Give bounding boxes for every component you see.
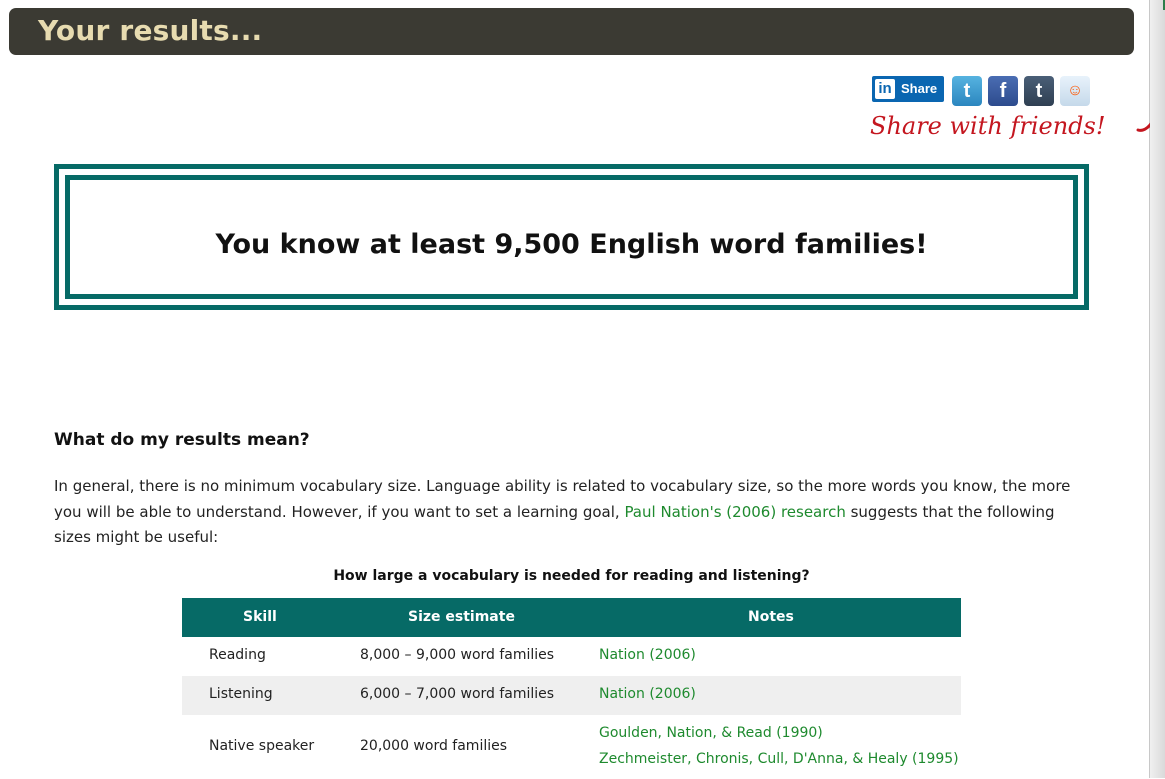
result-box: You know at least 9,500 English word fam… [54,164,1089,310]
results-header: Your results... [9,8,1134,55]
result-box-inner: You know at least 9,500 English word fam… [65,175,1078,299]
scrollbar[interactable] [1149,0,1165,778]
share-with-friends-note: Share with friends! [870,106,1150,150]
share-note-text: Share with friends! [870,112,1106,140]
vocabulary-table: Skill Size estimate Notes Reading 8,000 … [182,598,961,779]
table-row: Native speaker 20,000 word families Goul… [182,715,961,779]
reference-link[interactable]: Nation (2006) [599,647,696,663]
cell-size: 8,000 – 9,000 word families [360,647,555,663]
table-header-row: Skill Size estimate Notes [182,598,961,637]
header-skill: Skill [243,609,277,625]
cell-skill: Native speaker [209,738,315,754]
result-message: You know at least 9,500 English word fam… [215,229,928,260]
reference-link[interactable]: Zechmeister, Chronis, Cull, D'Anna, & He… [599,751,959,767]
paul-nation-research-link[interactable]: Paul Nation's (2006) research [624,503,845,521]
table-caption: How large a vocabulary is needed for rea… [333,568,810,584]
linkedin-share-label: Share [901,81,938,96]
tumblr-icon[interactable]: t [1024,76,1054,106]
header-size: Size estimate [408,609,515,625]
section-heading: What do my results mean? [54,430,310,450]
twitter-icon[interactable]: t [952,76,982,106]
table-row: Listening 6,000 – 7,000 word families Na… [182,676,961,715]
linkedin-icon: in [875,79,895,99]
facebook-icon[interactable]: f [988,76,1018,106]
reference-link[interactable]: Nation (2006) [599,686,696,702]
linkedin-share-button[interactable]: in Share [872,76,944,102]
page-title: Your results... [38,14,263,47]
cell-skill: Reading [209,647,266,663]
header-notes: Notes [748,609,794,625]
reference-link[interactable]: Goulden, Nation, & Read (1990) [599,725,823,741]
cell-size: 20,000 word families [360,738,508,754]
reddit-icon[interactable]: ☺ [1060,76,1090,106]
explanation-paragraph: In general, there is no minimum vocabula… [54,474,1094,551]
cell-skill: Listening [209,686,273,702]
table-row: Reading 8,000 – 9,000 word families Nati… [182,637,961,676]
cell-size: 6,000 – 7,000 word families [360,686,555,702]
